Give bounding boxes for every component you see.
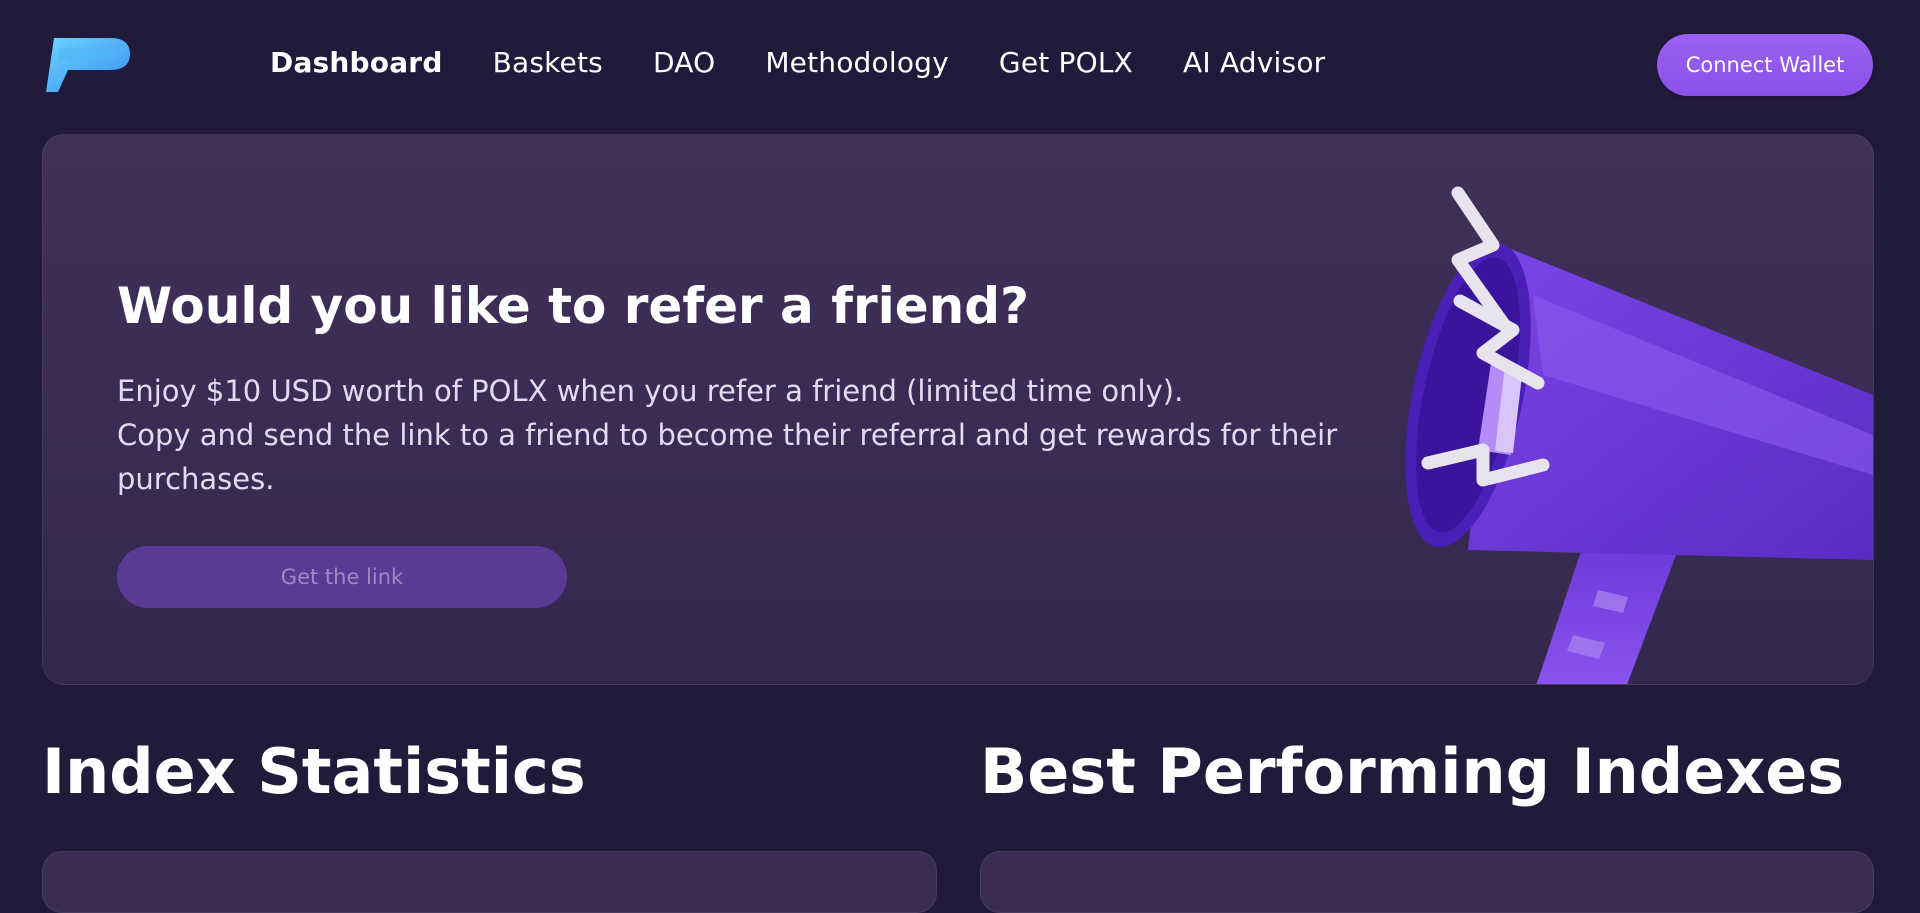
index-statistics-card (42, 851, 937, 913)
index-statistics-title: Index Statistics (42, 735, 586, 808)
referral-title: Would you like to refer a friend? (117, 277, 1030, 335)
connect-wallet-button[interactable]: Connect Wallet (1657, 34, 1873, 96)
referral-line-1: Enjoy $10 USD worth of POLX when you ref… (117, 374, 1184, 408)
nav-get-polx[interactable]: Get POLX (999, 46, 1133, 79)
nav-ai-advisor[interactable]: AI Advisor (1183, 46, 1325, 79)
nav-dao[interactable]: DAO (653, 46, 715, 79)
referral-banner: Would you like to refer a friend? Enjoy … (42, 134, 1874, 685)
nav-dashboard[interactable]: Dashboard (270, 46, 443, 79)
nav-methodology[interactable]: Methodology (765, 46, 949, 79)
main-nav: Dashboard Baskets DAO Methodology Get PO… (270, 46, 1375, 79)
best-performing-card (980, 851, 1874, 913)
get-link-button[interactable]: Get the link (117, 546, 567, 608)
referral-line-3: purchases. (117, 462, 275, 496)
polx-logo[interactable] (46, 36, 134, 94)
megaphone-icon (1405, 186, 1873, 684)
nav-baskets[interactable]: Baskets (493, 46, 603, 79)
referral-line-2: Copy and send the link to a friend to be… (117, 418, 1338, 452)
best-performing-title: Best Performing Indexes (980, 735, 1845, 808)
referral-description: Enjoy $10 USD worth of POLX when you ref… (117, 369, 1487, 501)
